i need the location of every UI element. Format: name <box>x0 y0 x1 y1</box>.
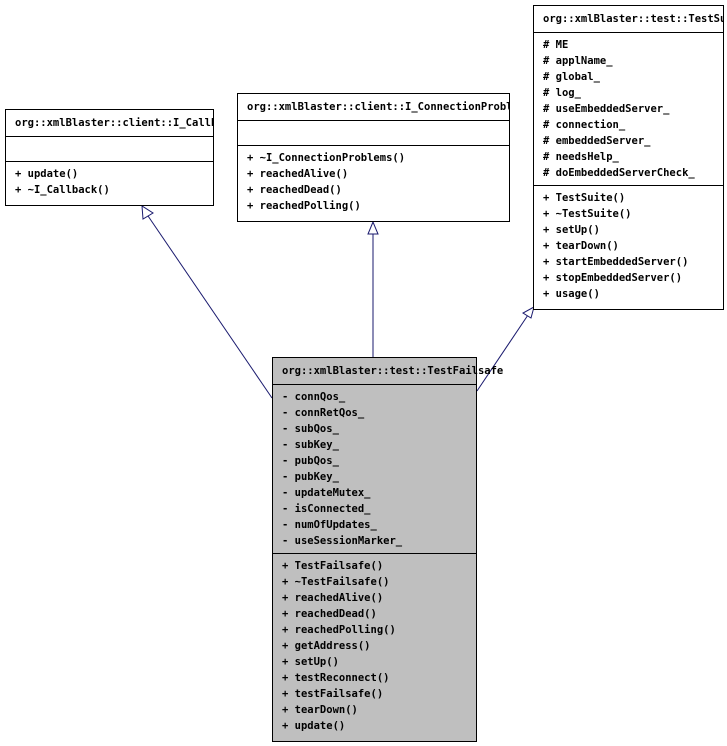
methods-section: + TestFailsafe() + ~TestFailsafe() + rea… <box>273 554 476 738</box>
class-box-test-suite[interactable]: org::xmlBlaster::test::TestSuite # ME # … <box>533 5 724 310</box>
method: + tearDown() <box>282 704 358 716</box>
method: + TestFailsafe() <box>282 560 384 572</box>
method: + stopEmbeddedServer() <box>543 272 683 284</box>
method: + setUp() <box>543 224 600 236</box>
attribute: - pubKey_ <box>282 471 339 483</box>
edge-callback <box>141 205 273 399</box>
inheritance-arrow-icon <box>367 220 379 235</box>
edge-connection-problems <box>367 220 379 357</box>
method: + ~I_ConnectionProblems() <box>247 152 406 164</box>
method: + setUp() <box>282 656 339 668</box>
attribute: - numOfUpdates_ <box>282 519 377 531</box>
attribute: - subKey_ <box>282 439 339 451</box>
method: + tearDown() <box>543 240 619 252</box>
method: + testReconnect() <box>282 672 390 684</box>
attribute: # embeddedServer_ <box>543 135 651 147</box>
method: + testFailsafe() <box>282 688 384 700</box>
method: + reachedDead() <box>282 608 377 620</box>
method: + reachedPolling() <box>282 624 396 636</box>
class-box-test-failsafe[interactable]: - connQos_ - connRetQos_ - subQos_ - sub… <box>272 357 477 742</box>
attribute: - isConnected_ <box>282 503 371 515</box>
class-name: org::xmlBlaster::client::I_ConnectionPro… <box>238 94 509 121</box>
attribute: # needsHelp_ <box>543 151 619 163</box>
attribute: - useSessionMarker_ <box>282 535 403 547</box>
methods-section: + update() + ~I_Callback() <box>6 162 213 202</box>
method: + ~I_Callback() <box>15 184 110 196</box>
attribute: # doEmbeddedServerCheck_ <box>543 167 695 179</box>
class-name: org::xmlBlaster::client::I_Callback <box>6 110 213 137</box>
inheritance-arrow-icon <box>141 205 154 220</box>
method: + ~TestFailsafe() <box>282 576 390 588</box>
attribute: - updateMutex_ <box>282 487 371 499</box>
attribute: # ME <box>543 39 569 51</box>
attribute: # useEmbeddedServer_ <box>543 103 670 115</box>
attribute: # log_ <box>543 87 581 99</box>
method: + reachedAlive() <box>282 592 384 604</box>
attribute: # applName_ <box>543 55 613 67</box>
attribute: - connRetQos_ <box>282 407 365 419</box>
attributes-section <box>6 137 213 162</box>
class-name: org::xmlBlaster::test::TestSuite <box>534 6 723 33</box>
attributes-section: # ME # applName_ # global_ # log_ # useE… <box>534 33 723 186</box>
method: + TestSuite() <box>543 192 626 204</box>
class-name-test-failsafe: org::xmlBlaster::test::TestFailsafe <box>282 365 504 377</box>
method: + usage() <box>543 288 600 300</box>
attribute: - subQos_ <box>282 423 339 435</box>
methods-section: + ~I_ConnectionProblems() + reachedAlive… <box>238 146 509 218</box>
method: + startEmbeddedServer() <box>543 256 689 268</box>
method: + reachedPolling() <box>247 200 361 212</box>
method: + getAddress() <box>282 640 371 652</box>
attributes-section <box>238 121 509 146</box>
method: + update() <box>282 720 346 732</box>
method: + reachedDead() <box>247 184 342 196</box>
class-box-i-callback[interactable]: org::xmlBlaster::client::I_Callback + up… <box>5 109 214 206</box>
methods-section: + TestSuite() + ~TestSuite() + setUp() +… <box>534 186 723 306</box>
attributes-section: - connQos_ - connRetQos_ - subQos_ - sub… <box>273 385 476 554</box>
attribute: - pubQos_ <box>282 455 339 467</box>
attribute: - connQos_ <box>282 391 346 403</box>
method: + update() <box>15 168 79 180</box>
attribute: # global_ <box>543 71 600 83</box>
method: + ~TestSuite() <box>543 208 632 220</box>
method: + reachedAlive() <box>247 168 349 180</box>
attribute: # connection_ <box>543 119 626 131</box>
class-box-i-connection-problems[interactable]: org::xmlBlaster::client::I_ConnectionPro… <box>237 93 510 222</box>
